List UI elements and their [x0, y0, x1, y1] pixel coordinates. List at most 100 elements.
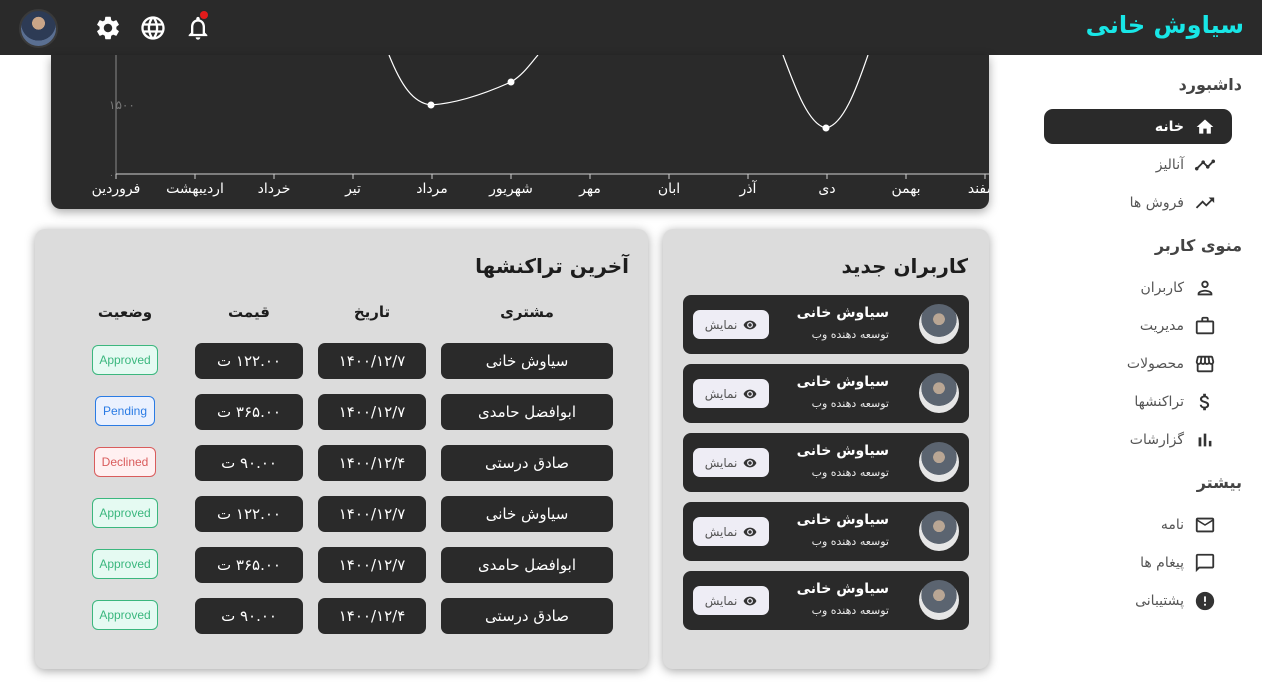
- sidebar-item-analytics[interactable]: آنالیز: [1044, 147, 1232, 182]
- sidebar-item-label: تراکنشها: [1134, 393, 1184, 410]
- customer-cell: سیاوش خانی: [441, 496, 613, 532]
- new-users-title: کاربران جدید: [841, 254, 968, 278]
- brand-logo-text[interactable]: سیاوش خانی: [1086, 11, 1244, 39]
- sidebar-item-transactions[interactable]: تراکنشها: [1044, 384, 1232, 419]
- show-user-button[interactable]: نمایش: [693, 310, 769, 339]
- notification-badge: [200, 11, 208, 19]
- price-cell: ۳۶۵.۰۰ ت: [195, 394, 303, 430]
- show-button-label: نمایش: [704, 455, 738, 470]
- mail-icon: [1194, 514, 1216, 536]
- sidebar-item-mail[interactable]: نامه: [1044, 507, 1232, 542]
- data-point[interactable]: [427, 101, 435, 109]
- work-icon: [1194, 315, 1216, 337]
- language-icon[interactable]: [139, 14, 167, 42]
- sales-line-segment: [782, 55, 869, 129]
- sidebar-item-users[interactable]: کاربران: [1044, 270, 1232, 305]
- sidebar: داشبورد خانه آنالیز فروش ها منوی کاربر ک…: [1000, 55, 1262, 688]
- column-header-date: تاریخ: [353, 303, 391, 321]
- latest-transactions-widget: آخرین تراکنشها مشتری تاریخ قیمت وضعیت سی…: [35, 229, 648, 669]
- x-tick-label: اردیبهشت: [166, 181, 224, 197]
- sidebar-section-dashboard: داشبورد: [1178, 75, 1242, 94]
- home-icon: [1194, 116, 1216, 138]
- user-role: توسعه دهنده وب: [811, 397, 889, 410]
- user-list-item: سیاوش خانی توسعه دهنده وب نمایش: [683, 433, 969, 492]
- eye-icon: [743, 458, 757, 467]
- sales-chart-card: ۱۵۰۰ ۰ فروردین اردیبهشت خرداد تیر مرداد شهریو…: [51, 55, 989, 209]
- sidebar-item-label: کاربران: [1140, 279, 1184, 296]
- user-name: سیاوش خانی: [796, 305, 889, 321]
- status-badge[interactable]: Approved: [92, 549, 158, 579]
- show-user-button[interactable]: نمایش: [693, 379, 769, 408]
- y-tick-label: ۱۵۰۰: [109, 98, 135, 112]
- data-point[interactable]: [822, 124, 830, 132]
- eye-icon: [743, 320, 757, 329]
- x-tick-label: خرداد: [258, 181, 291, 197]
- status-badge[interactable]: Approved: [92, 498, 158, 528]
- trending-up-icon: [1194, 192, 1216, 214]
- storefront-icon: [1194, 353, 1216, 375]
- show-user-button[interactable]: نمایش: [693, 448, 769, 477]
- column-header-price: قیمت: [228, 303, 270, 321]
- timeline-icon: [1194, 154, 1216, 176]
- user-avatar: [919, 304, 959, 344]
- sidebar-item-label: فروش ها: [1129, 194, 1184, 211]
- date-cell: ۱۴۰۰/۱۲/۷: [318, 547, 426, 583]
- eye-icon: [743, 389, 757, 398]
- chat-icon: [1194, 552, 1216, 574]
- date-cell: ۱۴۰۰/۱۲/۷: [318, 343, 426, 379]
- notifications-icon[interactable]: [184, 14, 212, 42]
- customer-cell: ابوافضل حامدی: [441, 547, 613, 583]
- status-badge[interactable]: Declined: [94, 447, 156, 477]
- status-badge[interactable]: Approved: [92, 345, 158, 375]
- price-cell: ۹۰.۰۰ ت: [195, 598, 303, 634]
- sidebar-section-more: بیشتر: [1196, 473, 1242, 492]
- data-point[interactable]: [507, 78, 515, 86]
- x-tick-label: ابان: [658, 181, 680, 197]
- user-list-item: سیاوش خانی توسعه دهنده وب نمایش: [683, 571, 969, 630]
- user-role: توسعه دهنده وب: [811, 328, 889, 341]
- eye-icon: [743, 596, 757, 605]
- price-cell: ۱۲۲.۰۰ ت: [195, 343, 303, 379]
- customer-cell: صادق درستی: [441, 598, 613, 634]
- transactions-title: آخرین تراکنشها: [475, 254, 629, 278]
- sidebar-item-support[interactable]: پشتیبانی: [1044, 583, 1232, 618]
- sidebar-item-label: پشتیبانی: [1135, 592, 1184, 609]
- show-user-button[interactable]: نمایش: [693, 517, 769, 546]
- show-user-button[interactable]: نمایش: [693, 586, 769, 615]
- topbar: سیاوش خانی: [0, 0, 1262, 55]
- sidebar-item-products[interactable]: محصولات: [1044, 346, 1232, 381]
- sidebar-item-label: پیغام ها: [1140, 554, 1184, 571]
- show-button-label: نمایش: [704, 317, 738, 332]
- report-icon: [1194, 590, 1216, 612]
- user-role: توسعه دهنده وب: [811, 535, 889, 548]
- show-button-label: نمایش: [704, 386, 738, 401]
- price-cell: ۱۲۲.۰۰ ت: [195, 496, 303, 532]
- y-tick-label: ۰: [109, 171, 114, 181]
- user-list-item: سیاوش خانی توسعه دهنده وب نمایش: [683, 364, 969, 423]
- sidebar-item-management[interactable]: مدیریت: [1044, 308, 1232, 343]
- show-button-label: نمایش: [704, 524, 738, 539]
- sidebar-item-home[interactable]: خانه: [1044, 109, 1232, 144]
- show-button-label: نمایش: [704, 593, 738, 608]
- sidebar-item-reports[interactable]: گزارشات: [1044, 422, 1232, 457]
- user-avatar: [919, 511, 959, 551]
- sidebar-item-messages[interactable]: پیغام ها: [1044, 545, 1232, 580]
- status-badge[interactable]: Pending: [95, 396, 155, 426]
- user-name: سیاوش خانی: [796, 581, 889, 597]
- x-tick-label: بهمن: [891, 181, 920, 197]
- x-tick-label: اسفند: [968, 181, 989, 197]
- sidebar-item-sales[interactable]: فروش ها: [1044, 185, 1232, 220]
- customer-cell: ابوافضل حامدی: [441, 394, 613, 430]
- date-cell: ۱۴۰۰/۱۲/۷: [318, 394, 426, 430]
- status-badge[interactable]: Approved: [92, 600, 158, 630]
- column-header-status: وضعیت: [97, 303, 153, 321]
- settings-icon[interactable]: [94, 14, 122, 42]
- avatar[interactable]: [19, 9, 58, 48]
- date-cell: ۱۴۰۰/۱۲/۴: [318, 598, 426, 634]
- sales-line-chart: ۱۵۰۰ ۰ فروردین اردیبهشت خرداد تیر مرداد شهریو…: [92, 55, 989, 197]
- user-avatar: [919, 442, 959, 482]
- column-header-customer: مشتری: [500, 303, 554, 321]
- sidebar-item-label: گزارشات: [1129, 431, 1184, 448]
- dollar-icon: [1194, 391, 1216, 413]
- price-cell: ۳۶۵.۰۰ ت: [195, 547, 303, 583]
